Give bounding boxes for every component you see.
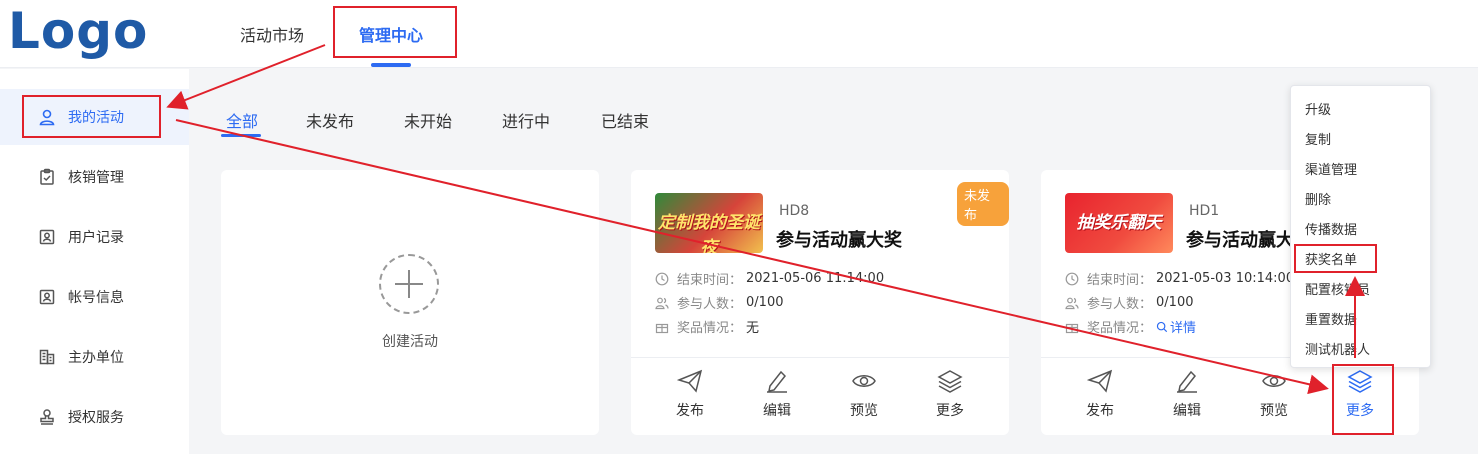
sidebar-item-authorization[interactable]: 授权服务: [0, 389, 189, 445]
menu-item-copy[interactable]: 复制: [1305, 129, 1331, 148]
prize-label: 奖品情况：: [1087, 321, 1153, 336]
more-button[interactable]: 更多: [920, 368, 980, 420]
contact-card-icon: [39, 229, 55, 245]
logo: Logo: [8, 2, 149, 60]
activity-code: HD1: [1189, 203, 1220, 219]
activity-thumbnail: 抽奖乐翻天: [1065, 193, 1173, 253]
edit-label: 编辑: [1173, 403, 1201, 419]
create-activity-card[interactable]: 创建活动: [221, 170, 599, 435]
stamp-icon: [40, 409, 54, 425]
preview-label: 预览: [850, 403, 878, 419]
menu-item-test-robot[interactable]: 测试机器人: [1305, 339, 1370, 358]
publish-button[interactable]: 发布: [660, 368, 720, 420]
menu-item-delete[interactable]: 删除: [1305, 189, 1331, 208]
end-time-value: 2021-05-06 11:14:00: [746, 271, 885, 286]
edit-label: 编辑: [763, 403, 791, 419]
create-activity-label: 创建活动: [382, 334, 438, 350]
highlight-box: [333, 6, 457, 58]
edit-button[interactable]: 编辑: [1157, 368, 1217, 420]
id-card-icon: [39, 289, 55, 305]
send-icon: [677, 369, 703, 393]
eye-icon: [1262, 375, 1286, 387]
publish-label: 发布: [1086, 403, 1114, 419]
preview-button[interactable]: 预览: [1244, 368, 1304, 420]
end-time-value: 2021-05-03 10:14:00: [1156, 271, 1295, 286]
participants-row: 参与人数： 0/100: [1065, 293, 1193, 312]
thumbnail-text: 抽奖乐翻天: [1076, 213, 1162, 233]
send-icon: [1087, 369, 1113, 393]
tab-unpublished[interactable]: 未发布: [306, 108, 354, 132]
clock-icon: [1065, 272, 1079, 285]
tab-active-indicator: [221, 134, 261, 137]
prize-row: 奖品情况：无: [655, 317, 759, 336]
end-time-row: 结束时间： 2021-05-06 11:14:00: [655, 269, 884, 288]
activity-title: 参与活动赢大奖: [776, 230, 902, 251]
status-badge: 未发布: [957, 182, 1009, 226]
preview-label: 预览: [1260, 403, 1288, 419]
building-icon: [39, 349, 55, 365]
sidebar-item-label: 帐号信息: [68, 290, 124, 306]
end-time-label: 结束时间：: [1087, 273, 1153, 288]
top-header: Logo 活动市场 管理中心: [0, 0, 1478, 68]
sidebar-item-account-info[interactable]: 帐号信息: [0, 269, 189, 325]
highlight-box: [1294, 244, 1377, 273]
publish-label: 发布: [676, 403, 704, 419]
end-time-row: 结束时间： 2021-05-03 10:14:00: [1065, 269, 1294, 288]
prize-details-link[interactable]: 详情: [1170, 317, 1196, 336]
end-time-label: 结束时间：: [677, 273, 743, 288]
prize-label: 奖品情况：: [677, 321, 743, 336]
tab-not-started[interactable]: 未开始: [404, 108, 452, 132]
sidebar-item-label: 主办单位: [68, 350, 124, 366]
participants-value: 0/100: [1156, 295, 1194, 310]
participants-label: 参与人数：: [677, 297, 743, 312]
prize-row: 奖品情况： 详情: [1065, 317, 1196, 336]
more-dropdown-menu: 升级 复制 渠道管理 删除 传播数据 获奖名单 配置核销员 重置数据 测试机器人: [1290, 85, 1431, 368]
pencil-icon: [1177, 370, 1197, 393]
activity-thumbnail: 定制我的圣诞夜: [655, 193, 763, 253]
menu-item-upgrade[interactable]: 升级: [1305, 99, 1331, 118]
menu-item-configure-verifier[interactable]: 配置核销员: [1305, 279, 1370, 298]
highlight-box: [1332, 364, 1394, 435]
sidebar-item-user-records[interactable]: 用户记录: [0, 209, 189, 265]
participants-value: 0/100: [746, 295, 784, 310]
tab-in-progress[interactable]: 进行中: [502, 108, 550, 132]
preview-button[interactable]: 预览: [834, 368, 894, 420]
plus-icon: [379, 254, 439, 314]
tab-ended[interactable]: 已结束: [601, 108, 649, 132]
menu-item-reset-data[interactable]: 重置数据: [1305, 309, 1357, 328]
menu-item-channel-management[interactable]: 渠道管理: [1305, 159, 1357, 178]
pencil-icon: [767, 370, 787, 393]
clock-icon: [655, 272, 669, 285]
sidebar-item-label: 授权服务: [68, 410, 124, 426]
activity-code: HD8: [779, 203, 810, 219]
divider: [631, 357, 1009, 358]
activity-card: 定制我的圣诞夜 未发布 HD8 参与活动赢大奖 结束时间： 2021-05-06 …: [631, 170, 1009, 435]
sidebar-item-organizer[interactable]: 主办单位: [0, 329, 189, 385]
nav-active-indicator: [371, 63, 411, 67]
thumbnail-text: 定制我的圣诞夜: [658, 213, 760, 253]
sidebar-item-label: 核销管理: [68, 170, 124, 186]
sidebar-item-label: 用户记录: [68, 230, 124, 246]
publish-button[interactable]: 发布: [1070, 368, 1130, 420]
layers-icon: [937, 370, 963, 393]
gift-icon: [655, 323, 669, 333]
more-label: 更多: [936, 403, 964, 419]
edit-button[interactable]: 编辑: [747, 368, 807, 420]
participants-label: 参与人数：: [1087, 297, 1153, 312]
highlight-box: [22, 95, 161, 138]
participants-row: 参与人数： 0/100: [655, 293, 783, 312]
search-icon: [1156, 321, 1168, 332]
sidebar-item-verification[interactable]: 核销管理: [0, 149, 189, 205]
prize-value: 无: [746, 321, 760, 336]
menu-item-spread-data[interactable]: 传播数据: [1305, 219, 1357, 238]
gift-icon: [1065, 323, 1079, 333]
users-icon: [655, 297, 669, 309]
eye-icon: [852, 375, 876, 387]
users-icon: [1065, 297, 1079, 309]
nav-activity-market[interactable]: 活动市场: [240, 22, 304, 46]
tab-all[interactable]: 全部: [226, 108, 258, 132]
clipboard-check-icon: [40, 168, 54, 185]
